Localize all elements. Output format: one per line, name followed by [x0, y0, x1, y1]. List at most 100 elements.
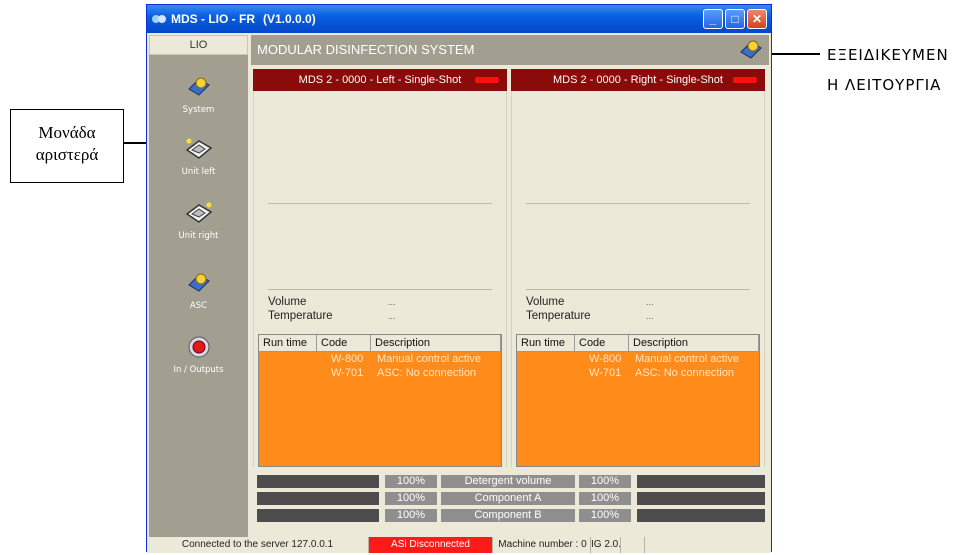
divider — [268, 289, 492, 290]
column-header-description[interactable]: Description — [371, 335, 501, 352]
sidebar-item-label: Unit left — [181, 167, 216, 177]
vitals: Volume... Temperature... — [268, 295, 396, 323]
code-cell: W-701 — [589, 367, 622, 379]
message-table[interactable]: Run time Code Description W-800 Manual c… — [258, 334, 502, 467]
maximize-icon: □ — [731, 12, 739, 26]
unit-right-icon — [185, 202, 212, 223]
level-row-detergent: 100% Detergent volume 100% — [255, 475, 767, 488]
column-header-code[interactable]: Code — [575, 335, 629, 352]
sidebar-tab-lio[interactable]: LIO — [149, 35, 248, 55]
panel-title-text: MDS 2 - 0000 - Right - Single-Shot — [553, 74, 723, 86]
right-level-bar — [637, 509, 765, 522]
table-row[interactable]: W-800 Manual control active — [517, 352, 759, 366]
sidebar-item-label: System — [182, 105, 215, 115]
description-cell: Manual control active — [377, 353, 481, 365]
asc-gear-icon — [187, 273, 210, 292]
run-time-cell — [259, 352, 317, 366]
level-row-component-a: 100% Component A 100% — [255, 492, 767, 505]
sidebar-item-system[interactable]: System — [149, 75, 248, 115]
code-cell: W-701 — [331, 367, 364, 379]
right-level-pct: 100% — [579, 492, 631, 505]
level-row-component-b: 100% Component B 100% — [255, 509, 767, 522]
run-time-cell — [517, 352, 575, 366]
app-window: MDS - LIO - FR (V1.0.0.0) _ □ ✕ LIO Syst… — [146, 4, 772, 553]
title-bar[interactable]: MDS - LIO - FR (V1.0.0.0) _ □ ✕ — [147, 5, 771, 33]
divider — [526, 289, 750, 290]
left-level-pct: 100% — [385, 475, 437, 488]
table-row[interactable]: W-701 ASC: No connection — [517, 366, 759, 380]
column-header-code[interactable]: Code — [317, 335, 371, 352]
sidebar-item-in-outputs[interactable]: In / Outputs — [149, 335, 248, 375]
callout-specialized-function: ΕΞΕΙΔΙΚΕΥΜΕΝ Η ΛΕΙΤΟΥΡΓΙΑ — [827, 40, 949, 100]
left-level-bar — [257, 492, 379, 505]
right-level-pct: 100% — [579, 475, 631, 488]
server-status: Connected to the server 127.0.0.1 — [147, 537, 369, 553]
table-header: Run time Code Description — [259, 335, 501, 352]
sidebar-item-label: Unit right — [178, 231, 219, 241]
run-time-cell — [259, 366, 317, 380]
level-label: Component B — [441, 509, 575, 522]
divider — [268, 203, 492, 204]
column-header-run-time[interactable]: Run time — [259, 335, 317, 352]
right-level-bar — [637, 475, 765, 488]
right-level-bar — [637, 492, 765, 505]
maximize-button[interactable]: □ — [725, 9, 745, 29]
minimize-button[interactable]: _ — [703, 9, 723, 29]
code-cell: W-800 — [331, 353, 364, 365]
sidebar-item-label: ASC — [189, 301, 208, 311]
temperature-value: ... — [646, 311, 654, 321]
panel-body: Volume... Temperature... Run time Code D… — [511, 91, 765, 467]
status-led — [475, 77, 499, 83]
sidebar-item-unit-left[interactable]: Unit left — [149, 137, 248, 177]
callout-right-line2: Η ΛΕΙΤΟΥΡΓΙΑ — [827, 76, 942, 94]
asi-status: ASi Disconnected — [369, 537, 493, 553]
column-header-description[interactable]: Description — [629, 335, 759, 352]
left-level-pct: 100% — [385, 492, 437, 505]
table-row[interactable]: W-800 Manual control active — [259, 352, 501, 366]
divider — [526, 203, 750, 204]
sidebar: LIO System Unit left Unit right ASC In /… — [149, 35, 248, 540]
unit-left-icon — [185, 138, 212, 159]
temperature-label: Temperature — [526, 310, 591, 322]
vitals: Volume... Temperature... — [526, 295, 654, 323]
callout-right-line1: ΕΞΕΙΔΙΚΕΥΜΕΝ — [827, 46, 949, 64]
window-title: MDS - LIO - FR — [171, 12, 255, 26]
volume-value: ... — [388, 297, 396, 307]
callout-unit-left-line1: Μονάδα — [38, 123, 96, 142]
window-version: (V1.0.0.0) — [263, 12, 316, 26]
app-icon — [152, 15, 166, 23]
specialized-function-icon[interactable] — [739, 39, 763, 61]
volume-label: Volume — [526, 296, 565, 308]
panel-body: Volume... Temperature... Run time Code D… — [253, 91, 507, 467]
unit-right-panel: MDS 2 - 0000 - Right - Single-Shot Volum… — [511, 69, 765, 467]
machine-number: Machine number : 0 — [495, 537, 591, 553]
right-level-pct: 100% — [579, 509, 631, 522]
close-button[interactable]: ✕ — [747, 9, 767, 29]
sidebar-item-unit-right[interactable]: Unit right — [149, 201, 248, 241]
column-header-run-time[interactable]: Run time — [517, 335, 575, 352]
close-icon: ✕ — [751, 12, 763, 26]
callout-unit-left-line2: αριστερά — [35, 145, 99, 164]
sidebar-item-asc[interactable]: ASC — [149, 271, 248, 311]
minimize-icon: _ — [709, 12, 717, 26]
description-cell: Manual control active — [635, 353, 739, 365]
left-level-pct: 100% — [385, 509, 437, 522]
panel-title: MDS 2 - 0000 - Right - Single-Shot — [511, 69, 765, 91]
callout-unit-left: Μονάδα αριστερά — [10, 109, 124, 183]
system-gear-icon — [187, 77, 210, 96]
left-level-bar — [257, 509, 379, 522]
main-header: MODULAR DISINFECTION SYSTEM — [251, 35, 769, 65]
temperature-label: Temperature — [268, 310, 333, 322]
page-title: MODULAR DISINFECTION SYSTEM — [257, 42, 475, 57]
level-label: Component A — [441, 492, 575, 505]
status-led — [733, 77, 757, 83]
table-row[interactable]: W-701 ASC: No connection — [259, 366, 501, 380]
sidebar-item-label: In / Outputs — [173, 365, 224, 375]
volume-label: Volume — [268, 296, 307, 308]
run-time-cell — [517, 366, 575, 380]
message-table[interactable]: Run time Code Description W-800 Manual c… — [516, 334, 760, 467]
panel-title: MDS 2 - 0000 - Left - Single-Shot — [253, 69, 507, 91]
volume-value: ... — [646, 297, 654, 307]
description-cell: ASC: No connection — [377, 367, 477, 379]
left-level-bar — [257, 475, 379, 488]
